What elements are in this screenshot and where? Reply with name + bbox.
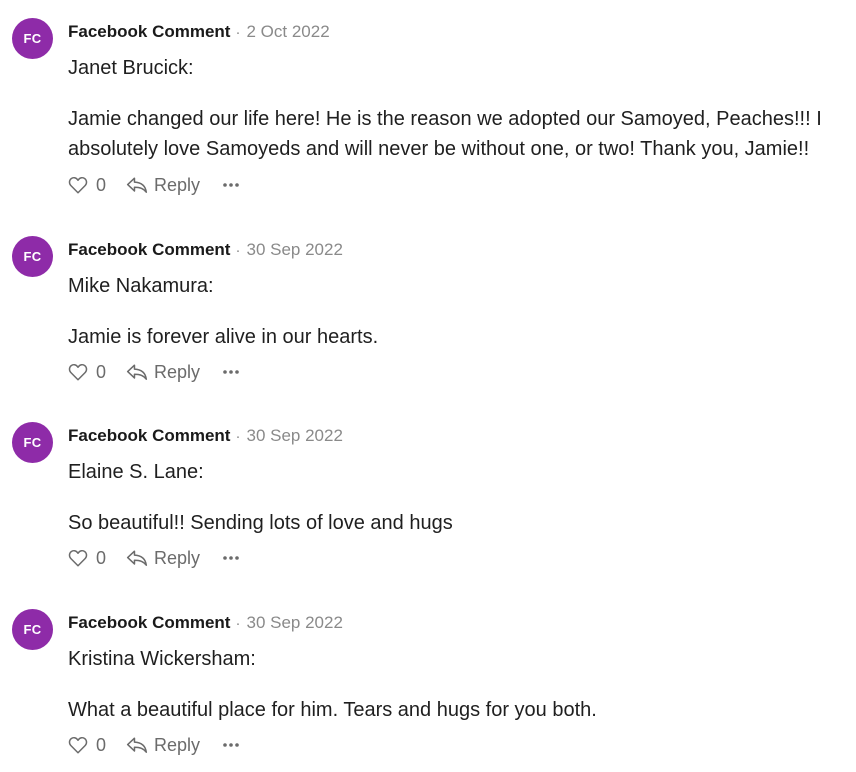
more-options-icon — [223, 183, 239, 187]
commenter-name: Janet Brucick: — [68, 57, 194, 79]
more-options-button[interactable] — [222, 174, 240, 196]
comment-header: Facebook Comment · 30 Sep 2022 — [68, 240, 343, 260]
reply-button[interactable]: Reply — [126, 175, 200, 196]
more-options-button[interactable] — [222, 361, 240, 383]
more-options-button[interactable] — [222, 547, 240, 569]
commenter-name: Kristina Wickersham: — [68, 648, 256, 670]
comment-author[interactable]: Facebook Comment — [68, 613, 230, 633]
comment-text: What a beautiful place for him. Tears an… — [68, 699, 597, 721]
comment-actions: 0 Reply — [68, 547, 240, 569]
more-options-icon — [223, 743, 239, 747]
more-options-icon — [223, 556, 239, 560]
comment-body: Janet Brucick: Jamie changed our life he… — [68, 53, 838, 164]
reply-label: Reply — [154, 734, 201, 755]
comment-text: Jamie is forever alive in our hearts. — [68, 326, 379, 348]
comment-header: Facebook Comment · 30 Sep 2022 — [68, 426, 343, 446]
comment-body: Mike Nakamura: Jamie is forever alive in… — [68, 271, 838, 352]
like-count: 0 — [96, 361, 107, 382]
commenter-name: Elaine S. Lane: — [68, 461, 204, 483]
header-separator: · — [235, 427, 241, 445]
comment-body: Kristina Wickersham: What a beautiful pl… — [68, 644, 838, 725]
like-button[interactable]: 0 — [68, 175, 106, 196]
header-separator: · — [235, 241, 241, 259]
reply-arrow-icon — [126, 737, 148, 753]
reply-arrow-icon — [126, 364, 148, 380]
reply-button[interactable]: Reply — [126, 735, 200, 756]
more-options-button[interactable] — [222, 734, 240, 756]
reply-button[interactable]: Reply — [126, 548, 200, 569]
reply-arrow-icon — [126, 550, 148, 566]
heart-icon — [68, 549, 88, 567]
avatar[interactable]: FC — [12, 609, 53, 650]
comment-date: 30 Sep 2022 — [246, 426, 343, 445]
heart-icon — [68, 736, 88, 754]
commenter-name: Mike Nakamura: — [68, 275, 214, 297]
header-separator: · — [235, 614, 241, 632]
comment-author[interactable]: Facebook Comment — [68, 22, 230, 42]
like-count: 0 — [96, 547, 107, 568]
reply-label: Reply — [154, 361, 201, 382]
reply-arrow-icon — [126, 177, 148, 193]
comment-author[interactable]: Facebook Comment — [68, 426, 230, 446]
heart-icon — [68, 176, 88, 194]
header-separator: · — [235, 23, 241, 41]
comment-actions: 0 Reply — [68, 174, 240, 196]
comment-date: 2 Oct 2022 — [246, 22, 330, 41]
comment-header: Facebook Comment · 30 Sep 2022 — [68, 613, 343, 633]
like-count: 0 — [96, 174, 107, 195]
like-button[interactable]: 0 — [68, 362, 106, 383]
comment-text: Jamie changed our life here! He is the r… — [68, 108, 822, 160]
comment-actions: 0 Reply — [68, 734, 240, 756]
comment-text: So beautiful!! Sending lots of love and … — [68, 512, 453, 534]
heart-icon — [68, 363, 88, 381]
comment-header: Facebook Comment · 2 Oct 2022 — [68, 22, 330, 42]
reply-button[interactable]: Reply — [126, 362, 200, 383]
avatar[interactable]: FC — [12, 422, 53, 463]
like-button[interactable]: 0 — [68, 735, 106, 756]
comment-actions: 0 Reply — [68, 361, 240, 383]
comment-date: 30 Sep 2022 — [246, 613, 343, 632]
comment-date: 30 Sep 2022 — [246, 240, 343, 259]
avatar[interactable]: FC — [12, 236, 53, 277]
comment-author[interactable]: Facebook Comment — [68, 240, 230, 260]
reply-label: Reply — [154, 174, 201, 195]
avatar[interactable]: FC — [12, 18, 53, 59]
comment-body: Elaine S. Lane: So beautiful!! Sending l… — [68, 457, 838, 538]
like-button[interactable]: 0 — [68, 548, 106, 569]
more-options-icon — [223, 370, 239, 374]
like-count: 0 — [96, 734, 107, 755]
reply-label: Reply — [154, 547, 201, 568]
